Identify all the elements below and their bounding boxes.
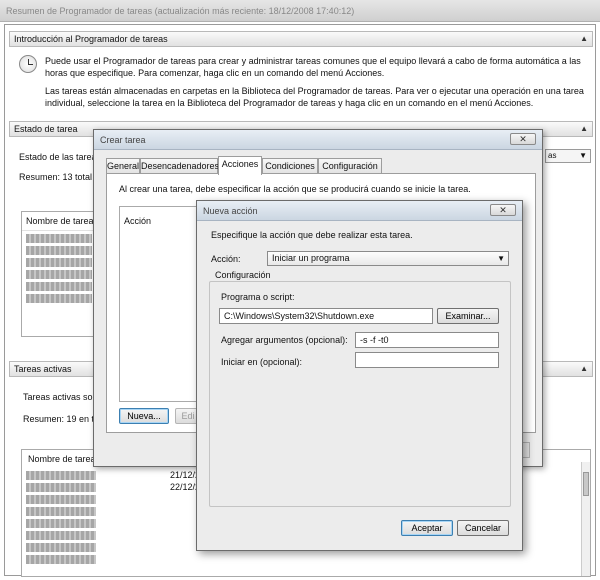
section-title: Introducción al Programador de tareas [14, 34, 168, 44]
status-task-list[interactable]: Nombre de tarea [21, 211, 101, 337]
section-title: Tareas activas [14, 364, 72, 374]
list-item[interactable] [26, 531, 96, 540]
arguments-field[interactable]: -s -f -t0 [355, 332, 499, 348]
chevron-up-icon[interactable]: ▲ [580, 122, 588, 136]
dialog-title: Crear tarea [94, 130, 542, 150]
actions-instruction: Al crear una tarea, debe especificar la … [119, 184, 471, 194]
list-item[interactable] [26, 270, 92, 279]
section-header-intro[interactable]: Introducción al Programador de tareas ▲ [9, 31, 593, 47]
window-title: Resumen de Programador de tareas (actual… [0, 0, 600, 22]
list-item[interactable] [26, 483, 96, 492]
tab-settings[interactable]: Configuración [318, 158, 382, 174]
program-label: Programa o script: [221, 292, 295, 302]
scrollbar-thumb[interactable] [583, 472, 589, 496]
list-item[interactable] [26, 246, 92, 255]
program-field[interactable]: C:\Windows\System32\Shutdown.exe [219, 308, 433, 324]
list-item[interactable] [26, 234, 92, 243]
browse-button[interactable]: Examinar... [437, 308, 499, 324]
action-label: Acción: [211, 254, 241, 264]
cancel-button[interactable]: Cancelar [457, 520, 509, 536]
action-select[interactable]: Iniciar un programa ▼ [267, 251, 509, 266]
status-filter-value: as [548, 151, 557, 160]
close-icon[interactable]: ✕ [510, 133, 536, 145]
intro-paragraph-2: Las tareas están almacenadas en carpetas… [45, 86, 584, 108]
start-in-field[interactable] [355, 352, 499, 368]
list-item[interactable] [26, 294, 92, 303]
active-label: Tareas activas son [23, 392, 98, 402]
tab-conditions[interactable]: Condiciones [262, 158, 318, 174]
configuration-label: Configuración [215, 270, 271, 280]
status-summary: Resumen: 13 total - [19, 172, 98, 182]
section-title: Estado de tarea [14, 124, 78, 134]
list-item[interactable] [26, 555, 96, 564]
intro-paragraph-1: Puede usar el Programador de tareas para… [45, 56, 581, 78]
vertical-scrollbar[interactable] [581, 462, 590, 576]
list-item[interactable] [26, 543, 96, 552]
status-filter-dropdown[interactable]: as ▼ [545, 149, 591, 163]
chevron-up-icon[interactable]: ▲ [580, 362, 588, 376]
arguments-label: Agregar argumentos (opcional): [221, 335, 348, 345]
new-action-dialog: Nueva acción ✕ Especifique la acción que… [196, 200, 523, 551]
column-header-action[interactable]: Acción [124, 215, 151, 227]
list-item[interactable] [26, 507, 96, 516]
chevron-up-icon[interactable]: ▲ [580, 32, 588, 46]
new-action-button[interactable]: Nueva... [119, 408, 169, 424]
tab-actions[interactable]: Acciones [218, 156, 262, 175]
tab-triggers[interactable]: Desencadenadores [140, 158, 219, 174]
chevron-down-icon: ▼ [497, 254, 505, 263]
action-select-value: Iniciar un programa [272, 253, 350, 263]
list-item[interactable] [26, 495, 96, 504]
close-icon[interactable]: ✕ [490, 204, 516, 216]
list-item[interactable] [26, 519, 96, 528]
status-label: Estado de las tareas [19, 152, 102, 162]
instruction-text: Especifique la acción que debe realizar … [211, 230, 413, 240]
chevron-down-icon: ▼ [579, 151, 587, 160]
start-in-label: Iniciar en (opcional): [221, 357, 303, 367]
active-summary: Resumen: 19 en tot [23, 414, 102, 424]
list-item[interactable] [26, 471, 96, 480]
clock-icon [19, 55, 37, 73]
column-header[interactable]: Nombre de tarea [22, 212, 100, 231]
list-item[interactable] [26, 282, 92, 291]
ok-button[interactable]: Aceptar [401, 520, 453, 536]
list-item[interactable] [26, 258, 92, 267]
tab-general[interactable]: General [106, 158, 140, 174]
dialog-title: Nueva acción [197, 201, 522, 221]
